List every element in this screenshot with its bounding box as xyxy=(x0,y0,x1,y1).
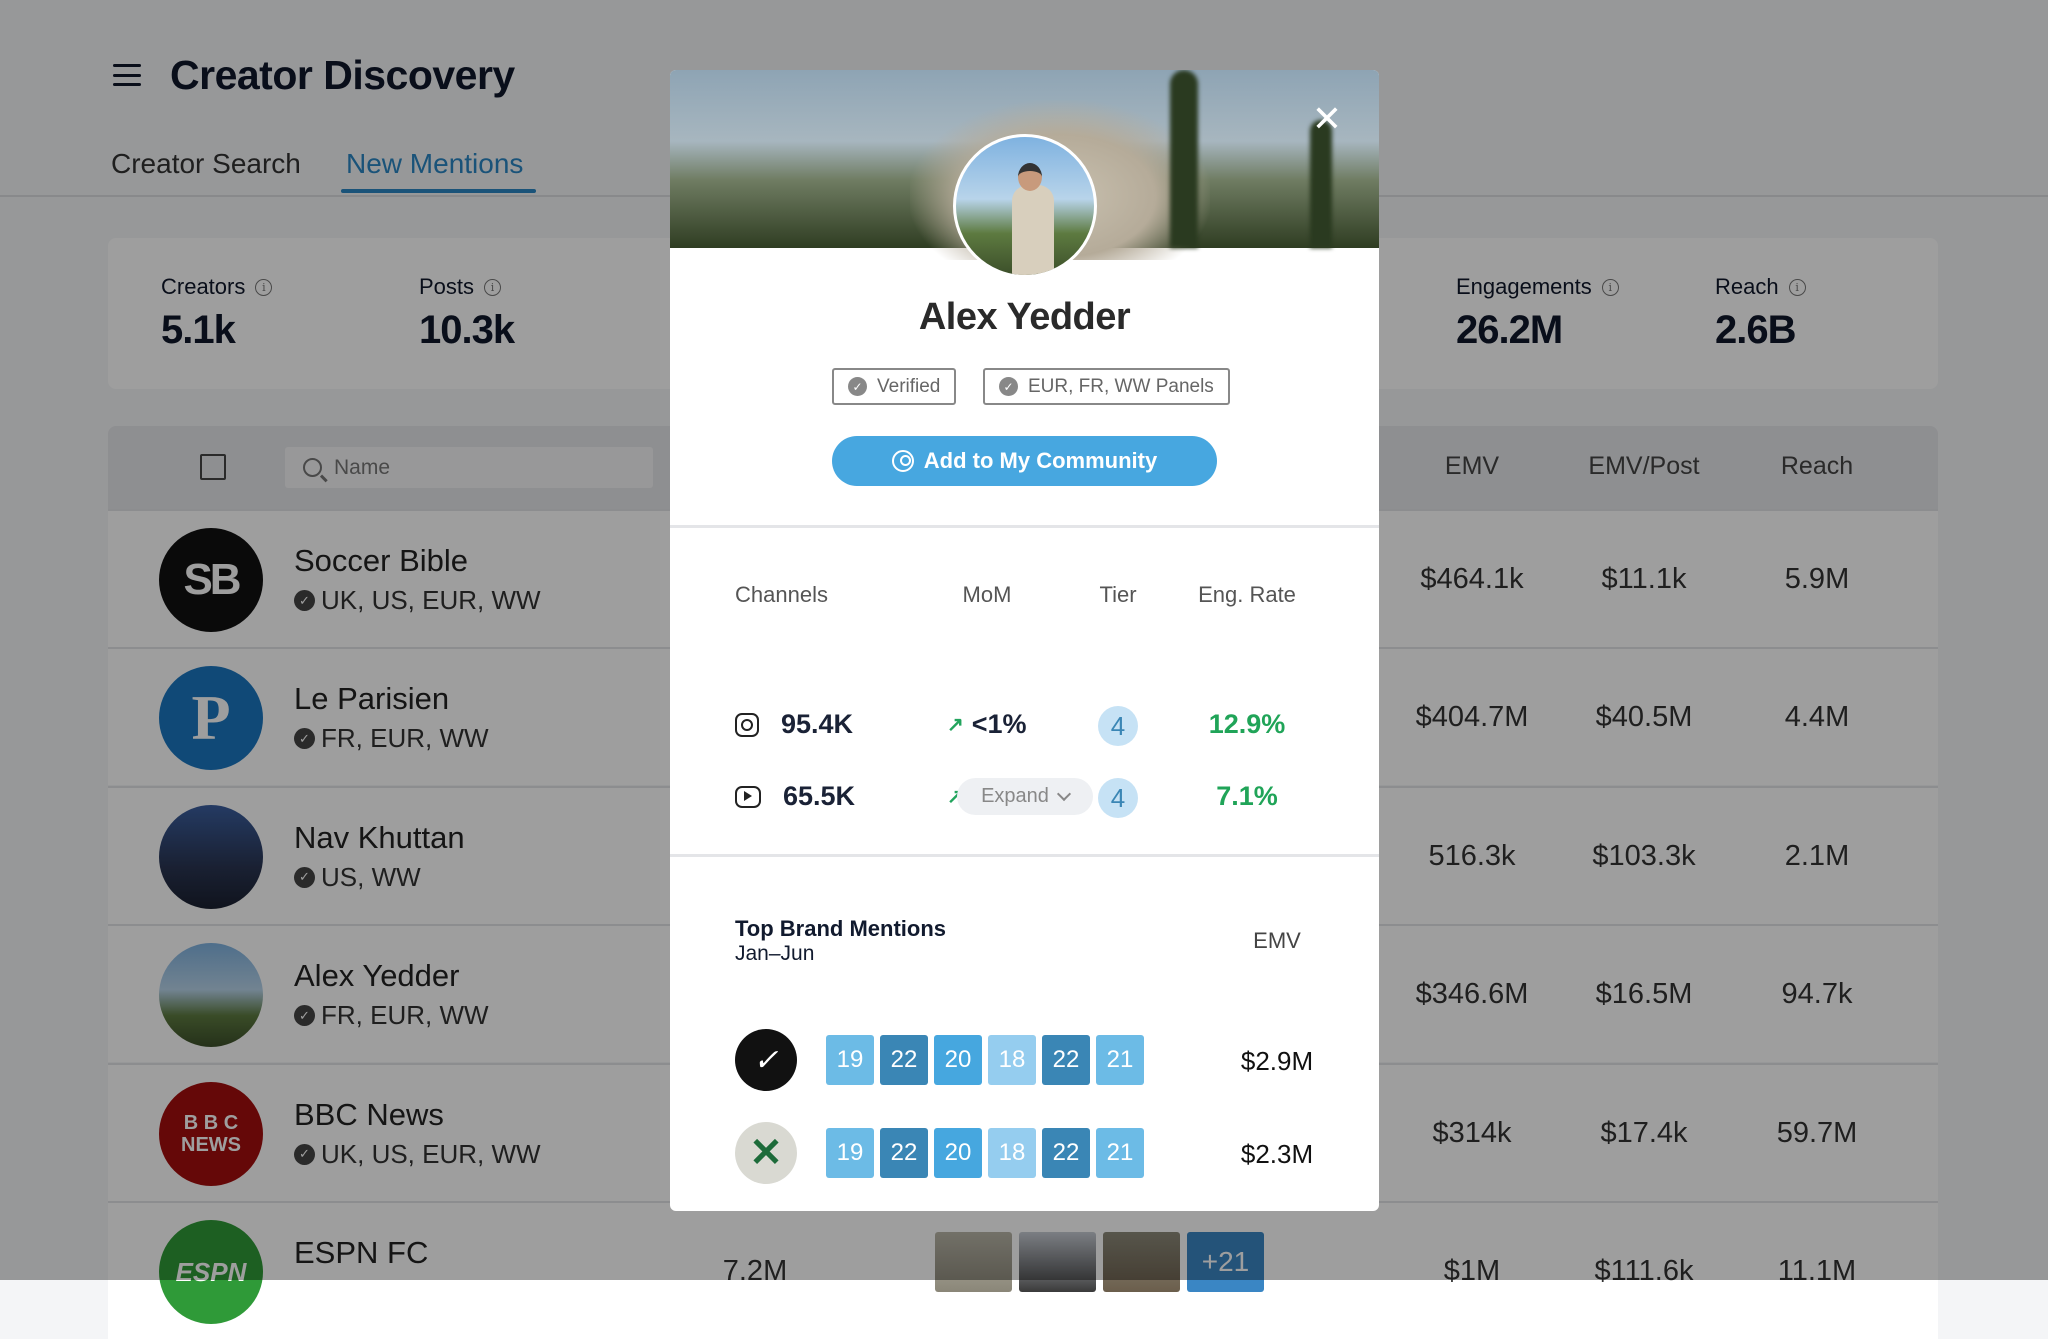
month-mention-count: 22 xyxy=(880,1035,928,1085)
badge-label: EUR, FR, WW Panels xyxy=(1028,375,1214,397)
brand-emv: $2.9M xyxy=(1240,1046,1314,1076)
mom-value: ↗ <1% xyxy=(947,709,1027,740)
month-mention-count: 22 xyxy=(1042,1128,1090,1178)
emv-header: EMV xyxy=(1253,928,1301,953)
creator-name: Alex Yedder xyxy=(918,296,1131,338)
creator-profile-modal: ✕ Alex Yedder ✓ Verified ✓ EUR, FR, WW Pan… xyxy=(670,70,1379,1211)
add-to-community-button[interactable]: Add to My Community xyxy=(832,436,1217,486)
tier-header: Tier xyxy=(1099,582,1137,607)
channels-header: Channels xyxy=(735,582,828,607)
verified-badge: ✓ Verified xyxy=(832,368,957,405)
month-mention-count: 22 xyxy=(1042,1035,1090,1085)
month-mention-count: 19 xyxy=(826,1128,874,1178)
nike-logo: ✓ xyxy=(735,1029,797,1091)
brand-mentions-period: Jan–Jun xyxy=(735,942,815,965)
month-mention-count: 18 xyxy=(988,1035,1036,1085)
add-person-icon xyxy=(891,450,914,472)
expand-label: Expand xyxy=(981,785,1049,807)
mom-header: MoM xyxy=(962,582,1012,607)
x-brand-logo: ✕ xyxy=(735,1122,797,1184)
channel-followers: 65.5K xyxy=(783,781,856,811)
month-mention-count: 20 xyxy=(934,1128,982,1178)
youtube-icon xyxy=(735,785,761,808)
close-icon[interactable]: ✕ xyxy=(1310,101,1344,137)
month-mention-count: 22 xyxy=(880,1128,928,1178)
panels-badge: ✓ EUR, FR, WW Panels xyxy=(983,368,1230,405)
eng-rate-header: Eng. Rate xyxy=(1198,582,1296,607)
profile-avatar xyxy=(953,134,1097,278)
button-label: Add to My Community xyxy=(923,448,1158,473)
chevron-down-icon xyxy=(1056,786,1071,802)
expand-button[interactable]: Expand xyxy=(957,778,1093,815)
divider xyxy=(670,525,1379,528)
month-mention-count: 21 xyxy=(1096,1128,1144,1178)
brand-mentions-title: Top Brand Mentions xyxy=(735,916,947,941)
channel-row: 65.5K xyxy=(735,781,855,812)
tier-badge: 4 xyxy=(1098,706,1138,746)
month-mention-count: 20 xyxy=(934,1035,982,1085)
eng-rate-value: 12.9% xyxy=(1208,709,1286,739)
brand-emv: $2.3M xyxy=(1240,1139,1314,1169)
month-mention-count: 19 xyxy=(826,1035,874,1085)
check-circle-icon: ✓ xyxy=(999,377,1018,396)
divider xyxy=(670,854,1379,857)
eng-rate-value: 7.1% xyxy=(1216,781,1278,811)
tier-badge: 4 xyxy=(1098,778,1138,818)
mom-text: <1% xyxy=(971,709,1027,739)
month-mention-count: 21 xyxy=(1096,1035,1144,1085)
channel-followers: 95.4K xyxy=(781,709,854,739)
monthly-mentions: 19 22 20 18 22 21 xyxy=(826,1128,1144,1178)
month-mention-count: 18 xyxy=(988,1128,1036,1178)
channel-row: 95.4K xyxy=(735,709,853,740)
badge-label: Verified xyxy=(877,375,941,397)
trend-up-icon: ↗ xyxy=(947,714,964,736)
check-circle-icon: ✓ xyxy=(848,377,867,396)
monthly-mentions: 19 22 20 18 22 21 xyxy=(826,1035,1144,1085)
instagram-icon xyxy=(735,712,759,737)
